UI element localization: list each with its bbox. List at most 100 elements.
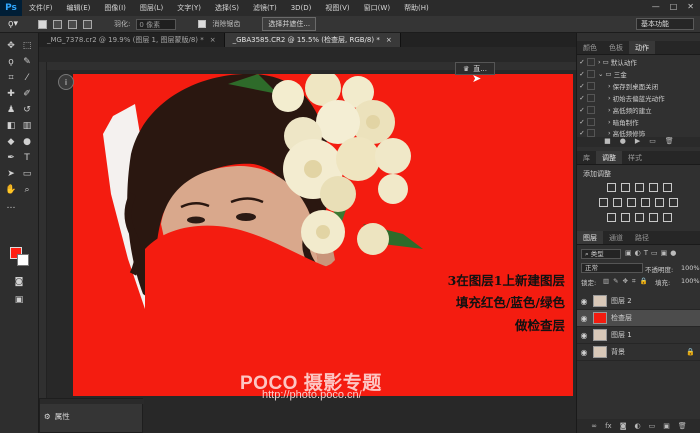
delete-layer-icon[interactable]: 🗑 xyxy=(678,422,687,430)
delete-icon[interactable]: 🗑 xyxy=(665,137,674,147)
layer-row[interactable]: ◉ 图层 2 xyxy=(577,293,700,310)
group-icon[interactable]: ▭ xyxy=(649,422,656,430)
channel-mixer-icon[interactable] xyxy=(655,198,664,207)
dialog-toggle[interactable] xyxy=(587,118,595,126)
visibility-eye-icon[interactable]: ◉ xyxy=(577,297,591,306)
panel-grip[interactable] xyxy=(40,399,144,404)
curves-icon[interactable] xyxy=(635,183,644,192)
expand-icon[interactable]: › xyxy=(598,82,613,90)
action-row[interactable]: ✓ › 高低频修饰 xyxy=(577,129,700,137)
pen-tool-icon[interactable]: ✒ xyxy=(4,151,18,164)
visibility-eye-icon[interactable]: ◉ xyxy=(577,331,591,340)
lasso-tool-preset-icon[interactable]: ϙ▾ xyxy=(8,19,18,29)
expand-icon[interactable]: › xyxy=(598,106,613,114)
healing-brush-tool-icon[interactable]: ✚ xyxy=(4,87,18,100)
lasso-tool-icon[interactable]: ϙ xyxy=(4,55,18,68)
action-row[interactable]: ✓ › 保存到桌面关闭 xyxy=(577,81,700,91)
hand-tool-icon[interactable]: ✋ xyxy=(4,183,18,196)
properties-tab[interactable]: ⚙ 属性 xyxy=(44,411,70,422)
quick-mask-icon[interactable]: ◙ xyxy=(12,275,26,288)
dialog-toggle[interactable] xyxy=(587,106,595,114)
invert-icon[interactable] xyxy=(607,213,616,222)
hue-saturation-icon[interactable] xyxy=(599,198,608,207)
menu-window[interactable]: 窗口(W) xyxy=(357,3,397,13)
more-tools-icon[interactable]: … xyxy=(4,199,18,212)
type-tool-icon[interactable]: T xyxy=(20,151,34,164)
vibrance-icon[interactable] xyxy=(663,183,672,192)
photo-filter-icon[interactable] xyxy=(641,198,650,207)
menu-type[interactable]: 文字(Y) xyxy=(170,3,208,13)
rectangle-tool-icon[interactable]: ▭ xyxy=(20,167,34,180)
tab-styles[interactable]: 样式 xyxy=(622,151,648,164)
subtract-selection-icon[interactable] xyxy=(68,19,78,29)
expand-icon[interactable]: › xyxy=(598,129,613,137)
expand-icon[interactable]: › ▭ xyxy=(598,58,611,66)
layer-filter-select[interactable]: ⌕ 类型 xyxy=(581,249,621,259)
menu-select[interactable]: 选择(S) xyxy=(208,3,246,13)
menu-layer[interactable]: 图层(L) xyxy=(133,3,170,13)
action-row[interactable]: ✓ › 初始去偏蓝光动作 xyxy=(577,93,700,103)
black-white-icon[interactable] xyxy=(627,198,636,207)
dialog-toggle[interactable] xyxy=(587,94,595,102)
mask-icon[interactable]: ◙ xyxy=(620,422,627,430)
layer-row[interactable]: ◉ 背景 🔒 xyxy=(577,344,700,361)
eraser-tool-icon[interactable]: ◧ xyxy=(4,119,18,132)
marquee-tool-icon[interactable]: ⬚ xyxy=(20,39,34,52)
dodge-tool-icon[interactable]: ● xyxy=(20,135,34,148)
fx-icon[interactable]: fx xyxy=(605,422,612,430)
adjustment-layer-icon[interactable]: ◐ xyxy=(635,422,641,430)
add-selection-icon[interactable] xyxy=(53,19,63,29)
action-set-row[interactable]: ✓ ⌄ ▭ 三金 xyxy=(577,69,700,79)
opacity-value[interactable]: 100% xyxy=(681,264,700,272)
select-and-mask-button[interactable]: 选择并遮住... xyxy=(262,17,317,31)
play-icon[interactable]: ▶ xyxy=(635,137,640,147)
check-icon[interactable]: ✓ xyxy=(577,82,587,90)
screen-mode-icon[interactable]: ▣ xyxy=(12,293,26,306)
minimize-button[interactable]: — xyxy=(652,2,660,11)
feather-input[interactable]: 0 像素 xyxy=(136,18,177,30)
blend-mode-select[interactable]: 正常 xyxy=(581,263,643,273)
fill-value[interactable]: 100% xyxy=(681,277,700,285)
antialias-checkbox[interactable] xyxy=(198,20,207,28)
layer-filter-icons[interactable]: ▣◐T▭▣● xyxy=(625,249,679,257)
record-icon[interactable]: ● xyxy=(620,137,626,147)
expand-icon[interactable]: › xyxy=(598,118,613,126)
menu-image[interactable]: 图像(I) xyxy=(97,3,133,13)
close-tab-icon[interactable]: × xyxy=(386,33,392,47)
dialog-toggle[interactable] xyxy=(587,70,595,78)
tab-channels[interactable]: 通道 xyxy=(603,231,629,244)
check-icon[interactable]: ✓ xyxy=(577,94,587,102)
gradient-tool-icon[interactable]: ▥ xyxy=(20,119,34,132)
menu-help[interactable]: 帮助(H) xyxy=(397,3,436,13)
blur-tool-icon[interactable]: ◆ xyxy=(4,135,18,148)
workspace-select[interactable]: 基本功能 xyxy=(636,18,694,30)
color-lookup-icon[interactable] xyxy=(669,198,678,207)
quick-select-tool-icon[interactable]: ✎ xyxy=(20,55,34,68)
tab-document-1[interactable]: _MG_7378.cr2 @ 19.9% (图层 1, 图层蒙版/8) * × xyxy=(39,33,225,47)
crop-tool-icon[interactable]: ⌗ xyxy=(4,71,18,84)
brightness-icon[interactable] xyxy=(607,183,616,192)
check-icon[interactable]: ✓ xyxy=(577,118,587,126)
intersect-selection-icon[interactable] xyxy=(83,19,93,29)
new-layer-icon[interactable]: ▣ xyxy=(663,422,670,430)
tab-paths[interactable]: 路径 xyxy=(629,231,655,244)
maximize-button[interactable]: □ xyxy=(670,2,678,11)
menu-filter[interactable]: 滤镜(T) xyxy=(246,3,284,13)
menu-edit[interactable]: 编辑(E) xyxy=(60,3,98,13)
close-tab-icon[interactable]: × xyxy=(210,33,216,47)
gradient-map-icon[interactable] xyxy=(649,213,658,222)
move-tool-icon[interactable]: ✥ xyxy=(4,39,18,52)
tab-adjustments[interactable]: 调整 xyxy=(596,151,622,164)
lock-icons[interactable]: ▥✎✥⌗🔒 xyxy=(603,277,652,286)
action-row[interactable]: ✓ › 暗角制作 xyxy=(577,117,700,127)
zoom-tool-icon[interactable]: ⌕ xyxy=(20,183,34,196)
path-selection-tool-icon[interactable]: ➤ xyxy=(4,167,18,180)
levels-icon[interactable] xyxy=(621,183,630,192)
menu-3d[interactable]: 3D(D) xyxy=(284,4,319,12)
layer-row-selected[interactable]: ◉ 检查层 xyxy=(577,310,700,327)
close-window-button[interactable]: ✕ xyxy=(687,2,694,11)
selective-color-icon[interactable] xyxy=(663,213,672,222)
history-brush-tool-icon[interactable]: ↺ xyxy=(20,103,34,116)
collapse-icon[interactable]: ⌄ ▭ xyxy=(598,70,614,78)
menu-view[interactable]: 视图(V) xyxy=(318,3,356,13)
